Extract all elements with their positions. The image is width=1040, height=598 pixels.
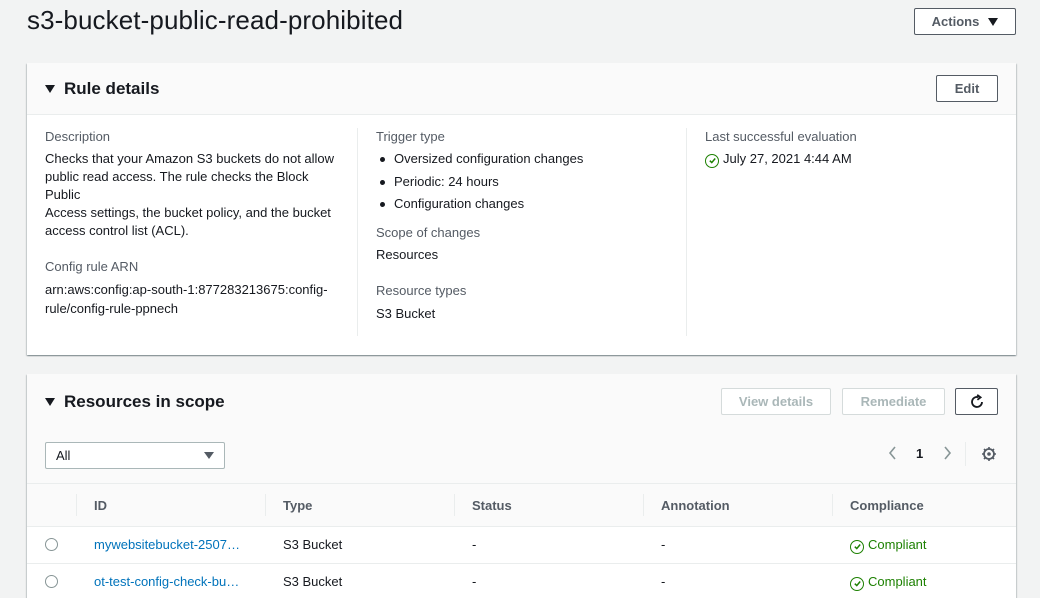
- compliance-label: Compliant: [868, 574, 927, 589]
- description-line: Checks that your Amazon S3 buckets do no…: [45, 151, 335, 166]
- trigger-type-list: Oversized configuration changes Periodic…: [376, 150, 676, 213]
- row-select-radio[interactable]: [45, 575, 58, 588]
- description-line: public read access. The rule checks the …: [45, 169, 309, 202]
- trigger-type-item: Periodic: 24 hours: [376, 173, 676, 191]
- column-separator: [265, 494, 266, 516]
- arn-line: arn:aws:config:ap-south-1:877283213675:c…: [45, 282, 328, 297]
- chevron-left-icon: [888, 446, 896, 460]
- actions-label: Actions: [931, 14, 980, 29]
- arn-line: rule/config-rule-ppnech: [45, 301, 178, 316]
- rule-details-header: Rule details Edit: [27, 63, 1016, 115]
- resource-types-value: S3 Bucket: [376, 306, 436, 321]
- refresh-icon: [970, 393, 983, 408]
- resource-id-link[interactable]: mywebsitebucket-2507…: [94, 537, 240, 552]
- rule-details-toggle[interactable]: Rule details: [45, 79, 159, 99]
- column-header-type[interactable]: Type: [283, 498, 312, 513]
- column-header-status[interactable]: Status: [472, 498, 512, 513]
- table-row[interactable]: ot-test-config-check-bu… S3 Bucket - - C…: [27, 564, 1016, 598]
- view-details-label: View details: [738, 394, 814, 409]
- resources-panel: Resources in scope View details Remediat…: [27, 374, 1016, 598]
- resource-status: -: [472, 537, 477, 552]
- rule-details-title: Rule details: [64, 79, 160, 98]
- column-separator: [454, 494, 455, 516]
- column-divider: [357, 128, 358, 336]
- description-line: access control list (ACL).: [45, 223, 189, 238]
- resource-id-link[interactable]: ot-test-config-check-bu…: [94, 574, 239, 589]
- compliance-label: Compliant: [868, 537, 927, 552]
- next-page-button[interactable]: [941, 445, 953, 464]
- rule-details-body: Description Checks that your Amazon S3 b…: [27, 115, 1016, 355]
- trigger-column: Trigger type Oversized configuration cha…: [376, 128, 676, 323]
- preferences-button[interactable]: [981, 446, 997, 465]
- evaluation-column: Last successful evaluation July 27, 2021…: [705, 128, 995, 168]
- resources-title: Resources in scope: [64, 392, 225, 411]
- column-divider: [686, 128, 687, 336]
- trigger-type-label: Trigger type: [376, 129, 445, 144]
- caret-down-icon: [988, 17, 999, 26]
- row-select-radio[interactable]: [45, 538, 58, 551]
- resource-types-label: Resource types: [376, 283, 467, 298]
- column-separator: [643, 494, 644, 516]
- trigger-type-item: Oversized configuration changes: [376, 150, 676, 168]
- compliance-status: Compliant: [850, 537, 927, 554]
- compliance-status: Compliant: [850, 574, 927, 591]
- last-eval-label: Last successful evaluation: [705, 129, 857, 144]
- scope-value: Resources: [376, 247, 439, 262]
- last-eval-value: July 27, 2021 4:44 AM: [705, 150, 995, 168]
- caret-down-icon: [45, 85, 55, 93]
- view-details-button[interactable]: View details: [721, 388, 831, 415]
- actions-button[interactable]: Actions: [914, 8, 1016, 35]
- remediate-label: Remediate: [860, 394, 927, 409]
- column-header-annotation[interactable]: Annotation: [661, 498, 730, 513]
- filter-select[interactable]: All: [45, 442, 225, 469]
- page-title: s3-bucket-public-read-prohibited: [27, 5, 404, 35]
- description-label: Description: [45, 129, 111, 144]
- resource-status: -: [472, 574, 477, 589]
- table-row[interactable]: mywebsitebucket-2507… S3 Bucket - - Comp…: [27, 527, 1016, 564]
- resource-annotation: -: [661, 574, 666, 589]
- description-line: Access settings, the bucket policy, and …: [45, 205, 331, 220]
- trigger-type-item: Configuration changes: [376, 195, 676, 213]
- edit-label: Edit: [954, 81, 980, 96]
- last-eval-date: July 27, 2021 4:44 AM: [723, 151, 852, 166]
- resource-type: S3 Bucket: [283, 537, 343, 552]
- table-header: ID Type Status Annotation Compliance: [27, 483, 1016, 527]
- edit-button[interactable]: Edit: [936, 75, 998, 102]
- column-separator: [832, 494, 833, 516]
- column-header-id[interactable]: ID: [94, 498, 107, 513]
- caret-down-icon: [204, 452, 214, 459]
- pager-divider: [965, 442, 966, 466]
- scope-label: Scope of changes: [376, 225, 481, 240]
- caret-down-icon: [45, 398, 55, 406]
- rule-details-panel: Rule details Edit Description Checks tha…: [27, 63, 1016, 355]
- check-circle-icon: [850, 539, 864, 554]
- column-header-compliance[interactable]: Compliance: [850, 498, 924, 513]
- resource-type: S3 Bucket: [283, 574, 343, 589]
- description-column: Description Checks that your Amazon S3 b…: [45, 128, 345, 318]
- filter-value: All: [56, 448, 71, 463]
- remediate-button[interactable]: Remediate: [842, 388, 945, 415]
- resources-toggle[interactable]: Resources in scope: [45, 392, 225, 412]
- arn-label: Config rule ARN: [45, 259, 139, 274]
- gear-icon: [982, 447, 996, 461]
- refresh-button[interactable]: [955, 388, 998, 415]
- chevron-right-icon: [944, 446, 952, 460]
- prev-page-button[interactable]: [887, 445, 899, 464]
- check-circle-icon: [705, 153, 719, 168]
- check-circle-icon: [850, 576, 864, 591]
- page-number[interactable]: 1: [916, 446, 923, 461]
- resource-annotation: -: [661, 537, 666, 552]
- column-separator: [76, 494, 77, 516]
